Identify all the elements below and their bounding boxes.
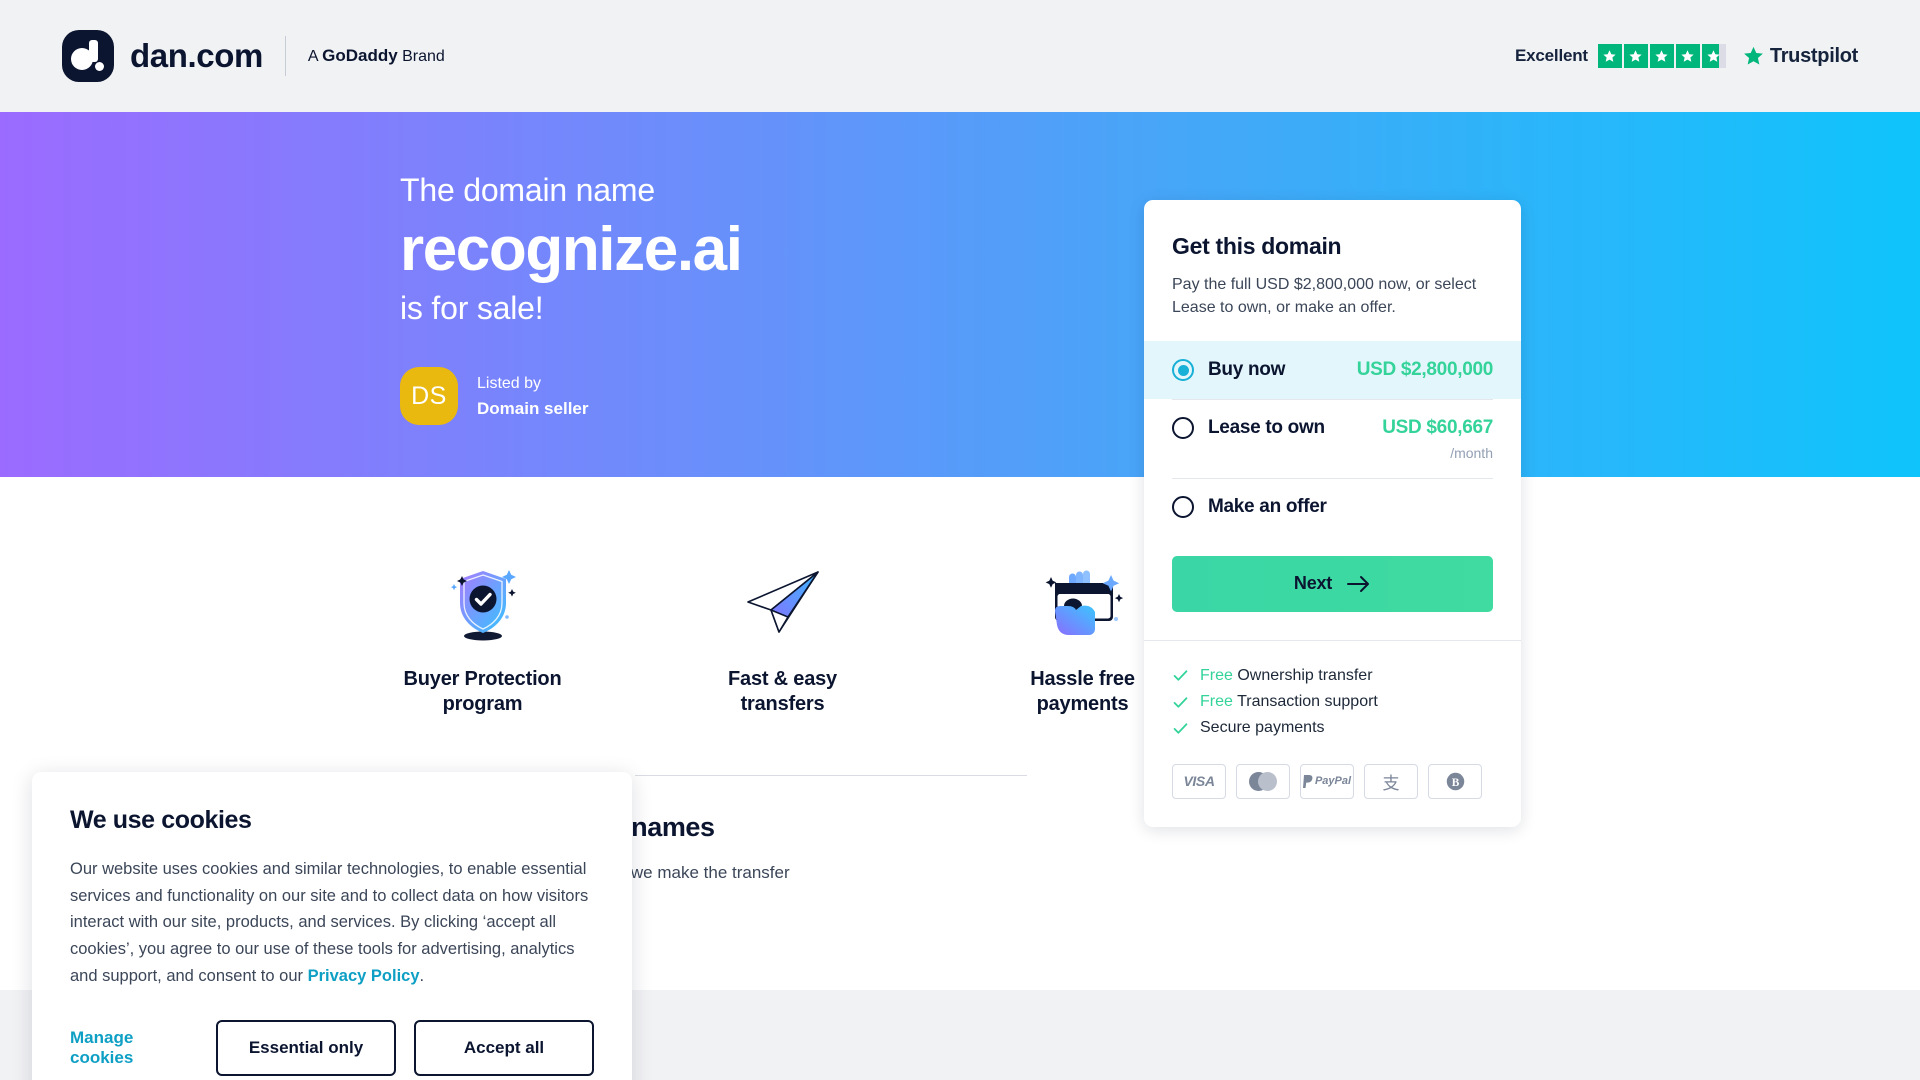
radio-make-an-offer[interactable] <box>1172 495 1194 518</box>
benefit-text: Secure payments <box>1200 719 1325 737</box>
option-price-wrap: USD $60,667 /month <box>1382 416 1493 461</box>
visa-label: VISA <box>1183 773 1215 790</box>
benefit-free-tag: Free <box>1200 693 1233 711</box>
radio-lease-to-own[interactable] <box>1172 417 1194 440</box>
purchase-card-description: Pay the full USD $2,800,000 now, or sele… <box>1172 276 1477 317</box>
tagline-prefix: A <box>307 48 323 65</box>
star-partial-icon <box>1701 44 1726 68</box>
hero-banner: The domain name recognize.ai is for sale… <box>0 112 1920 477</box>
site-header: dan.com A GoDaddy Brand Excellent Trustp… <box>0 0 1920 112</box>
tagline-suffix: Brand <box>397 48 445 65</box>
feature-title-line2: program <box>442 693 523 716</box>
seller-text: Listed by Domain seller <box>477 372 589 422</box>
paypal-label: PayPal <box>1302 774 1351 788</box>
cookie-dialog-actions: Manage cookies Essential only Accept all <box>70 1019 594 1076</box>
accept-all-button[interactable]: Accept all <box>414 1019 594 1076</box>
feature-title-line2: transfers <box>740 693 825 716</box>
paypal-p-icon <box>1302 774 1313 788</box>
feature-fast-transfers: Fast & easy transfers <box>690 557 875 717</box>
next-button[interactable]: Next <box>1172 555 1493 612</box>
seller-name: Domain seller <box>477 398 589 418</box>
privacy-policy-link[interactable]: Privacy Policy <box>308 967 420 985</box>
benefit-item: Secure payments <box>1172 715 1493 741</box>
trustpilot-rating-word: Excellent <box>1515 46 1588 65</box>
paypal-icon: PayPal <box>1300 763 1354 799</box>
option-period: /month <box>1450 444 1493 461</box>
godaddy-tagline: A GoDaddy Brand <box>308 46 445 66</box>
domain-name: recognize.ai <box>400 215 743 284</box>
paper-plane-icon <box>690 557 875 649</box>
option-label: Lease to own <box>1208 417 1325 439</box>
benefit-text: Ownership transfer <box>1232 666 1373 684</box>
feature-title-line1: Hassle free <box>1030 668 1135 690</box>
trustpilot-star-icon <box>1743 46 1763 65</box>
shield-check-icon <box>390 557 575 649</box>
cookie-body-suffix: . <box>419 966 425 985</box>
option-buy-now[interactable]: Buy now USD $2,800,000 <box>1144 341 1521 400</box>
star-icon <box>1675 44 1700 68</box>
option-make-an-offer[interactable]: Make an offer <box>1144 477 1521 536</box>
option-label: Make an offer <box>1208 495 1327 517</box>
payment-methods: VISA PayPal 支 B <box>1144 742 1521 827</box>
feature-title-line1: Buyer Protection <box>403 668 562 690</box>
next-button-label: Next <box>1293 573 1333 594</box>
hero-line-3: is for sale! <box>400 290 544 327</box>
svg-text:B: B <box>1451 777 1459 789</box>
card-benefits: Free Ownership transfer Free Transaction… <box>1144 639 1521 742</box>
feature-title-line1: Fast & easy <box>728 668 837 690</box>
option-price: USD $60,667 <box>1382 417 1493 439</box>
trustpilot-name: Trustpilot <box>1769 44 1858 67</box>
features-row: Buyer Protection program Fast & easy tra… <box>390 557 1175 717</box>
hero-content: The domain name recognize.ai is for sale… <box>400 172 743 426</box>
mastercard-icon <box>1236 763 1290 799</box>
benefit-item: Free Transaction support <box>1172 689 1493 715</box>
arrow-right-icon <box>1347 575 1370 592</box>
feature-title: Fast & easy transfers <box>690 667 875 717</box>
dan-logo-icon <box>62 30 114 82</box>
benefit-item: Free Ownership transfer <box>1172 663 1493 689</box>
cookie-dialog-title: We use cookies <box>70 806 252 834</box>
brand-divider <box>284 36 286 76</box>
cookie-consent-dialog: We use cookies Our website uses cookies … <box>32 772 632 1080</box>
brand-name: dan.com <box>130 37 263 74</box>
feature-buyer-protection: Buyer Protection program <box>390 557 575 717</box>
feature-title: Buyer Protection program <box>390 667 575 717</box>
essential-only-button[interactable]: Essential only <box>216 1019 396 1076</box>
trustpilot-brand: Trustpilot <box>1742 45 1858 68</box>
section-divider <box>635 775 1027 776</box>
avatar: DS <box>400 367 458 426</box>
bitcoin-icon: B <box>1428 763 1482 799</box>
benefit-text: Transaction support <box>1232 693 1378 711</box>
hero-line-1: The domain name <box>400 172 655 208</box>
seller-info: DS Listed by Domain seller <box>400 367 742 426</box>
option-price-wrap: USD $2,800,000 <box>1356 358 1494 382</box>
visa-icon: VISA <box>1172 763 1226 799</box>
manage-cookies-link[interactable]: Manage cookies <box>70 1028 182 1068</box>
seller-listed-label: Listed by <box>477 374 542 392</box>
benefit-free-tag: Free <box>1200 666 1233 684</box>
star-icon <box>1597 44 1622 68</box>
option-lease-to-own[interactable]: Lease to own USD $60,667 /month <box>1144 399 1521 478</box>
check-icon <box>1173 670 1188 681</box>
feature-title-line2: payments <box>1036 693 1129 716</box>
star-icon <box>1649 44 1674 68</box>
tagline-brand: GoDaddy <box>322 46 398 65</box>
purchase-card: Get this domain Pay the full USD $2,800,… <box>1144 200 1521 827</box>
star-icon <box>1623 44 1648 68</box>
radio-buy-now[interactable] <box>1172 359 1194 382</box>
purchase-card-header: Get this domain Pay the full USD $2,800,… <box>1144 200 1521 341</box>
brand-logo[interactable]: dan.com A GoDaddy Brand <box>62 30 445 82</box>
alipay-label: 支 <box>1382 773 1400 793</box>
trustpilot-widget[interactable]: Excellent Trustpilot <box>1515 44 1858 68</box>
page-root: dan.com A GoDaddy Brand Excellent Trustp… <box>0 0 1920 1080</box>
check-icon <box>1173 723 1188 734</box>
card-action-area: Next <box>1144 536 1521 640</box>
option-label: Buy now <box>1208 359 1286 381</box>
purchase-card-title: Get this domain <box>1172 233 1342 259</box>
check-icon <box>1173 697 1188 708</box>
option-price: USD $2,800,000 <box>1356 359 1494 381</box>
alipay-icon: 支 <box>1364 763 1418 799</box>
cookie-dialog-body: Our website uses cookies and similar tec… <box>70 856 594 990</box>
trustpilot-stars <box>1597 44 1726 68</box>
